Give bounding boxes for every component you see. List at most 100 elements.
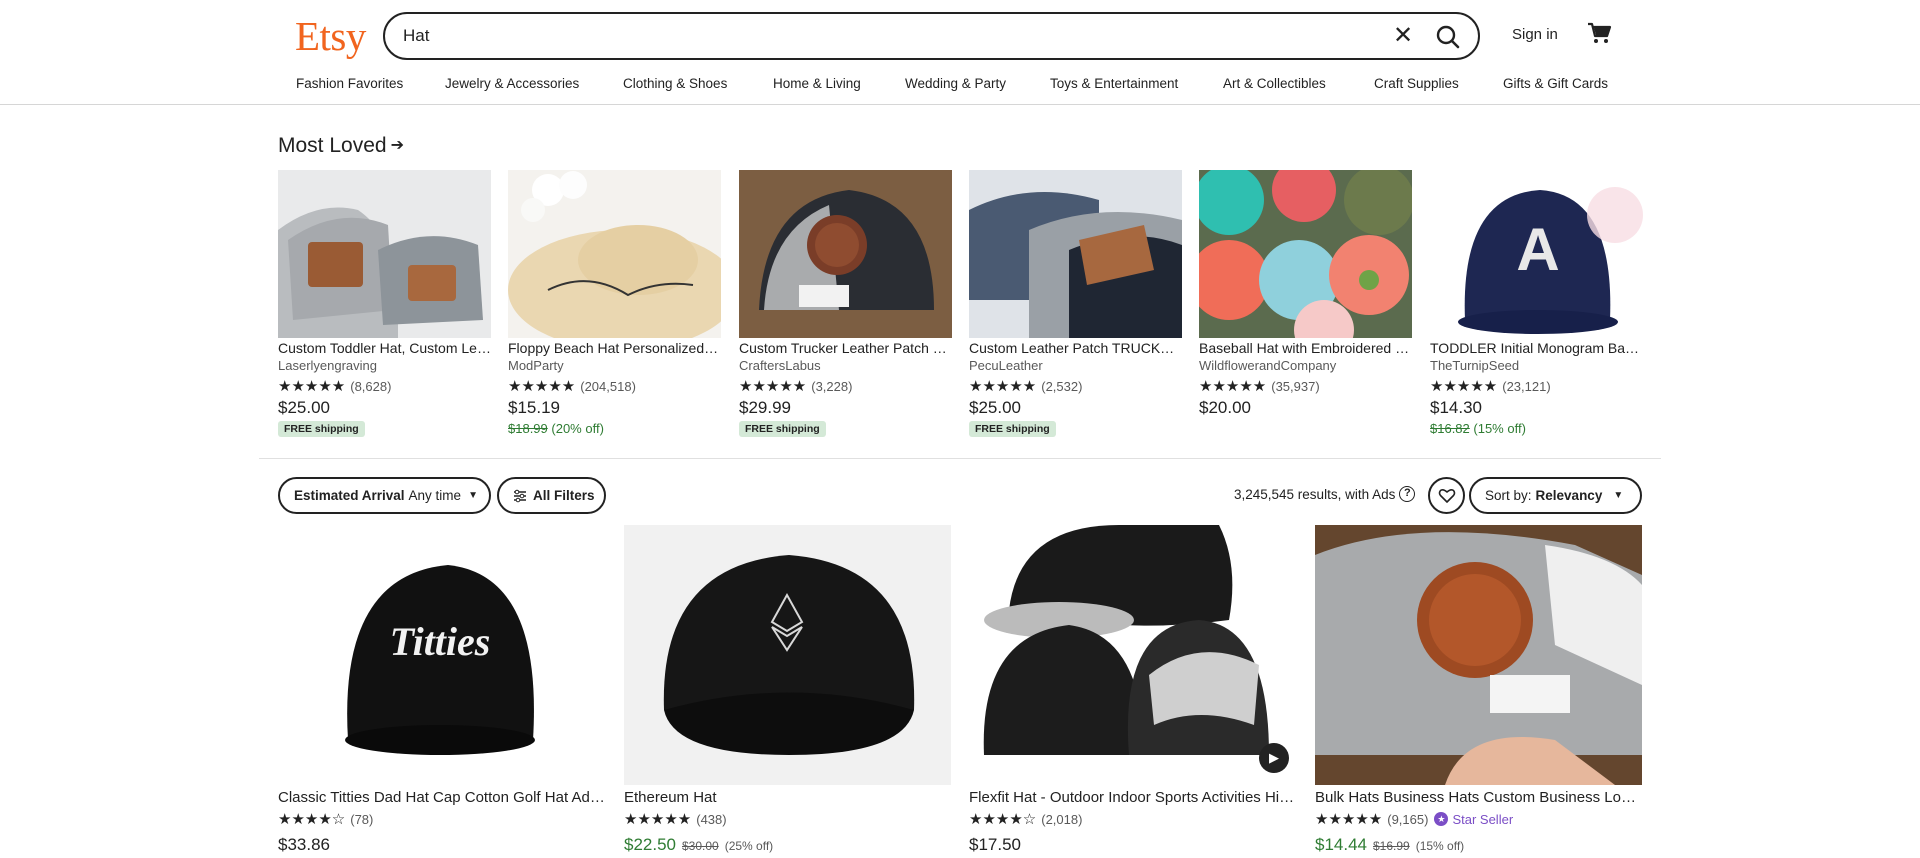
most-loved-heading[interactable]: Most Loved ➔	[278, 134, 404, 158]
rating: ★★★★★ (35,937)	[1199, 378, 1320, 395]
svg-text:A: A	[1516, 216, 1559, 283]
svg-text:Titties: Titties	[390, 619, 491, 664]
play-video-icon[interactable]: ▶	[1259, 743, 1289, 773]
star-seller-badge: ★ Star Seller	[1434, 812, 1513, 827]
caret-down-icon: ▼	[1613, 490, 1624, 501]
listing-image[interactable]	[969, 170, 1182, 338]
nav-jewelry-accessories[interactable]: Jewelry & Accessories	[445, 76, 579, 91]
discount: (15% off)	[1415, 839, 1465, 853]
listing-title[interactable]: Flexfit Hat - Outdoor Indoor Sports Acti…	[969, 789, 1296, 806]
search-icon[interactable]	[1431, 20, 1465, 54]
search-bar: ✕	[383, 12, 1480, 60]
listing-title[interactable]: Classic Titties Dad Hat Cap Cotton Golf …	[278, 789, 605, 806]
sort-dropdown[interactable]: Sort by: Relevancy ▼	[1469, 477, 1642, 514]
rating: ★★★★★ (438)	[624, 811, 727, 828]
all-filters-button[interactable]: All Filters	[497, 477, 606, 514]
nav-home-living[interactable]: Home & Living	[773, 76, 861, 91]
listing-image[interactable]	[508, 170, 721, 338]
nav-clothing-shoes[interactable]: Clothing & Shoes	[623, 76, 727, 91]
price: $22.50 $30.00 (25% off)	[624, 835, 774, 854]
star-rating-icon: ★★★★★	[969, 378, 1037, 395]
review-count: (2,018)	[1041, 811, 1083, 827]
shop-name: ModParty	[508, 358, 564, 373]
free-shipping-badge: FREE shipping	[969, 421, 1056, 437]
review-count: (2,532)	[1041, 378, 1083, 394]
discount: (25% off)	[724, 839, 774, 853]
shop-name: PecuLeather	[969, 358, 1043, 373]
cart-icon[interactable]	[1586, 20, 1612, 46]
listing-image[interactable]	[278, 170, 491, 338]
listing-image[interactable]	[739, 170, 952, 338]
listing-title[interactable]: Custom Toddler Hat, Custom Leather Patch…	[278, 340, 491, 356]
listing-image[interactable]: A	[1430, 170, 1643, 338]
review-count: (8,628)	[350, 378, 392, 394]
results-count: 3,245,545 results, with Ads?	[1234, 486, 1416, 502]
sign-in-link[interactable]: Sign in	[1512, 26, 1558, 43]
site-header: Etsy ✕ Sign in Fashion Favorites Jewelry…	[0, 0, 1920, 105]
rating: ★★★★★ (8,628)	[278, 378, 392, 395]
price: $25.00	[969, 398, 1021, 417]
nav-craft-supplies[interactable]: Craft Supplies	[1374, 76, 1459, 91]
etsy-logo[interactable]: Etsy	[295, 12, 366, 60]
nav-toys-entertainment[interactable]: Toys & Entertainment	[1050, 76, 1178, 91]
star-rating-icon: ★★★★★	[1430, 378, 1498, 395]
star-seller-icon: ★	[1434, 812, 1449, 826]
favorite-search-button[interactable]	[1428, 477, 1465, 514]
help-icon[interactable]: ?	[1399, 486, 1416, 502]
section-divider	[259, 458, 1661, 459]
listing-title[interactable]: TODDLER Initial Monogram Baseball Hat	[1430, 340, 1643, 356]
price: $20.00	[1199, 398, 1251, 417]
star-rating-icon: ★★★★★	[508, 378, 576, 395]
nav-fashion-favorites[interactable]: Fashion Favorites	[296, 76, 403, 91]
price: $17.50	[969, 835, 1021, 854]
listing-title[interactable]: Bulk Hats Business Hats Custom Business …	[1315, 789, 1642, 806]
price: $14.44 $16.99 (15% off)	[1315, 835, 1465, 854]
review-count: (35,937)	[1271, 378, 1320, 394]
shop-name: WildflowerandCompany	[1199, 358, 1337, 373]
rating: ★★★★★ (2,532)	[969, 378, 1083, 395]
free-shipping-badge: FREE shipping	[739, 421, 826, 437]
price: $33.86	[278, 835, 330, 854]
listing-image[interactable]	[624, 525, 951, 785]
original-price: $16.99	[1373, 839, 1410, 853]
nav-wedding-party[interactable]: Wedding & Party	[905, 76, 1006, 91]
listing-title[interactable]: Floppy Beach Hat Personalized Mrs. Taylo…	[508, 340, 721, 356]
listing-title[interactable]: Baseball Hat with Embroidered Patches	[1199, 340, 1412, 356]
listing-title[interactable]: Ethereum Hat	[624, 789, 951, 806]
rating: ★★★★★ (23,121)	[1430, 378, 1551, 395]
listing-title[interactable]: Custom Leather Patch TRUCKER Hat	[969, 340, 1182, 356]
review-count: (78)	[350, 811, 374, 827]
original-price: $18.99 (20% off)	[508, 421, 604, 436]
star-rating-icon: ★★★★☆	[278, 811, 346, 828]
rating: ★★★★★ (9,165) ★ Star Seller	[1315, 811, 1513, 828]
nav-art-collectibles[interactable]: Art & Collectibles	[1223, 76, 1326, 91]
rating: ★★★★☆ (2,018)	[969, 811, 1083, 828]
listing-image[interactable]: Titties	[278, 525, 605, 785]
category-nav: Fashion Favorites Jewelry & Accessories …	[296, 76, 1636, 96]
price: $29.99	[739, 398, 791, 417]
original-price: $30.00	[682, 839, 719, 853]
rating: ★★★★★ (3,228)	[739, 378, 853, 395]
review-count: (204,518)	[580, 378, 636, 394]
review-count: (3,228)	[811, 378, 853, 394]
estimated-arrival-dropdown[interactable]: Estimated Arrival Any time ▼	[278, 477, 491, 514]
rating: ★★★★★ (204,518)	[508, 378, 636, 395]
search-input[interactable]	[403, 22, 1303, 50]
review-count: (23,121)	[1502, 378, 1551, 394]
clear-search-icon[interactable]: ✕	[1390, 23, 1416, 49]
listing-title[interactable]: Custom Trucker Leather Patch Hat	[739, 340, 952, 356]
star-rating-icon: ★★★★★	[278, 378, 346, 395]
listing-image[interactable]	[1199, 170, 1412, 338]
listing-image[interactable]	[1315, 525, 1642, 785]
star-rating-icon: ★★★★★	[1315, 811, 1383, 828]
shop-name: TheTurnipSeed	[1430, 358, 1520, 373]
price: $25.00	[278, 398, 330, 417]
star-rating-icon: ★★★★★	[624, 811, 692, 828]
price: $15.19	[508, 398, 560, 417]
star-rating-icon: ★★★★★	[1199, 378, 1267, 395]
nav-gifts-gift-cards[interactable]: Gifts & Gift Cards	[1503, 76, 1608, 91]
rating: ★★★★☆ (78)	[278, 811, 374, 828]
caret-down-icon: ▼	[468, 490, 478, 501]
listing-image[interactable]: ▶	[969, 525, 1296, 785]
heart-icon	[1438, 488, 1455, 503]
